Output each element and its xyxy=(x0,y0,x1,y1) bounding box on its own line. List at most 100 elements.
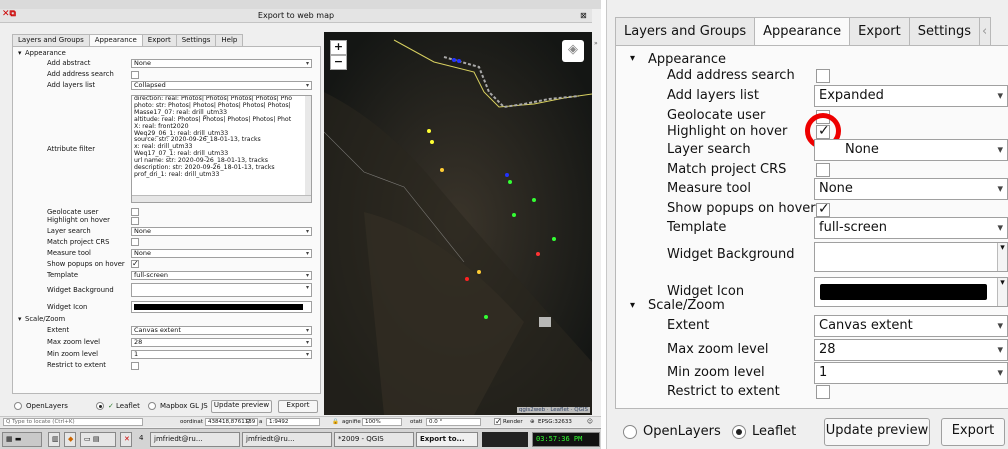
add-layers-list-select[interactable]: Expanded xyxy=(814,85,1008,107)
add-address-search-label: Add address search xyxy=(47,70,114,78)
widget-icon-picker[interactable]: ▾ xyxy=(814,277,1008,307)
horizontal-scrollbar[interactable] xyxy=(132,195,311,202)
rotation-field[interactable]: 0.0 ° xyxy=(426,418,481,426)
close-window-icon[interactable]: ⊠ xyxy=(580,11,587,20)
max-zoom-select[interactable]: 28 xyxy=(131,338,312,347)
scroll-arrow-icon[interactable]: » xyxy=(594,40,598,47)
map-attribution[interactable]: qgis2web · Leaflet · QGIS xyxy=(516,407,590,413)
tab-appearance[interactable]: Appearance xyxy=(754,17,851,45)
magnifier-field[interactable]: 100% xyxy=(362,418,402,426)
taskbar-menu-icon[interactable]: ▦ ▬ xyxy=(2,432,42,447)
measure-tool-label: Measure tool xyxy=(47,249,91,257)
attribute-filter-label: Attribute filter xyxy=(47,145,95,153)
layer-search-select[interactable]: None xyxy=(131,227,312,236)
widget-background-picker[interactable] xyxy=(131,283,312,297)
geolocate-user-checkbox[interactable] xyxy=(131,208,139,216)
leaflet-radio[interactable] xyxy=(732,425,746,439)
widget-icon-color-swatch xyxy=(820,284,987,300)
picker-dropdown-icon[interactable]: ▾ xyxy=(997,278,1007,306)
tab-scroll-icon[interactable]: ‹ xyxy=(979,17,992,45)
layer-search-select[interactable]: None xyxy=(814,139,1008,161)
openlayers-radio[interactable] xyxy=(623,425,637,439)
workspace-number[interactable]: 4 xyxy=(136,432,148,447)
taskbar-window-export[interactable]: Export to... xyxy=(416,432,478,447)
export-button[interactable]: Export xyxy=(941,418,1005,446)
vertical-scrollbar[interactable] xyxy=(305,96,311,196)
add-layers-list-select[interactable]: Collapsed xyxy=(131,81,312,90)
chevron-down-icon[interactable]: ▾ xyxy=(18,49,21,57)
appearance-group-label: Appearance xyxy=(648,52,727,67)
tab-settings[interactable]: Settings xyxy=(175,34,217,46)
tab-layers-and-groups[interactable]: Layers and Groups xyxy=(615,17,756,45)
window-top-strip xyxy=(0,0,601,9)
attribute-item[interactable]: prof_dri_1: real: drill_utm33 xyxy=(132,171,311,179)
chevron-down-icon[interactable]: ▾ xyxy=(630,300,635,311)
mapbox-radio[interactable] xyxy=(148,402,156,410)
lock-icon[interactable]: 🔒 xyxy=(332,419,339,425)
restrict-extent-label: Restrict to extent xyxy=(667,384,780,399)
show-popups-checkbox[interactable] xyxy=(816,201,830,217)
template-select[interactable]: full-screen xyxy=(131,271,312,280)
taskbar-window-qgis[interactable]: *2009 - QGIS xyxy=(334,432,414,447)
highlight-on-hover-checkbox[interactable] xyxy=(131,217,139,225)
coordinate-field[interactable]: 438418,8761139 xyxy=(205,418,259,426)
restrict-extent-checkbox[interactable] xyxy=(816,385,830,399)
min-zoom-select[interactable]: 1 xyxy=(131,350,312,359)
taskbar-app-icon[interactable]: ▭ ▤ xyxy=(80,432,116,447)
messages-icon[interactable]: ☺ xyxy=(587,419,593,425)
attribute-filter-list[interactable]: direction: real: Photos| Photos| Photos|… xyxy=(131,95,312,203)
match-project-crs-checkbox[interactable] xyxy=(131,238,139,246)
mapbox-label: Mapbox GL JS xyxy=(160,402,208,410)
extent-select[interactable]: Canvas extent xyxy=(131,326,312,335)
tab-export[interactable]: Export xyxy=(141,34,177,46)
locate-input[interactable]: Q Type to locate (Ctrl+K) xyxy=(3,418,143,426)
update-preview-button[interactable]: Update preview xyxy=(824,418,930,446)
chevron-down-icon[interactable]: ▾ xyxy=(18,315,21,323)
coordinate-toggle-icon[interactable]: ⚲ xyxy=(246,419,250,425)
widget-icon-picker[interactable] xyxy=(131,301,312,313)
highlight-on-hover-label: Highlight on hover xyxy=(47,216,110,224)
scale-field[interactable]: 1:9492 xyxy=(266,418,320,426)
taskbar-app-icon[interactable]: ▥ xyxy=(48,432,60,447)
match-project-crs-label: Match project CRS xyxy=(667,162,787,177)
layers-control-icon[interactable]: ◈ xyxy=(562,40,584,62)
taskbar-window-terminal-2[interactable]: jmfriedt@ru... xyxy=(242,432,332,447)
rotation-label: otati xyxy=(410,419,423,425)
tab-help[interactable]: Help xyxy=(215,34,244,46)
restrict-extent-checkbox[interactable] xyxy=(131,362,139,370)
map-preview[interactable]: + − ◈ qgis2web · Leaflet · QGIS xyxy=(324,32,592,415)
match-project-crs-checkbox[interactable] xyxy=(816,163,830,177)
zoom-in-button[interactable]: + xyxy=(330,40,347,55)
crs-label[interactable]: EPSG:32633 xyxy=(538,419,572,425)
template-select[interactable]: full-screen xyxy=(814,217,1008,239)
export-button[interactable]: Export xyxy=(278,400,318,413)
taskbar-app-icon[interactable]: ◆ xyxy=(64,432,76,447)
tab-settings[interactable]: Settings xyxy=(908,17,981,45)
openlayers-radio[interactable] xyxy=(14,402,22,410)
picker-dropdown-icon[interactable]: ▾ xyxy=(997,243,1007,271)
max-zoom-select[interactable]: 28 xyxy=(814,339,1008,361)
min-zoom-select[interactable]: 1 xyxy=(814,362,1008,384)
add-address-search-checkbox[interactable] xyxy=(131,71,139,79)
add-abstract-select[interactable]: None xyxy=(131,59,312,68)
globe-icon[interactable]: ⊕ xyxy=(530,419,535,425)
add-address-search-checkbox[interactable] xyxy=(816,69,830,83)
update-preview-button[interactable]: Update preview xyxy=(211,400,272,413)
system-monitor-icon xyxy=(482,432,528,447)
taskbar-window-terminal[interactable]: jmfriedt@ru... xyxy=(150,432,240,447)
taskbar-qgis-icon[interactable]: ✕ xyxy=(120,432,132,447)
extent-select[interactable]: Canvas extent xyxy=(814,315,1008,337)
zoom-out-button[interactable]: − xyxy=(330,55,347,70)
tab-layers-and-groups[interactable]: Layers and Groups xyxy=(12,34,90,46)
measure-tool-select[interactable]: None xyxy=(814,178,1008,200)
chevron-down-icon[interactable]: ▾ xyxy=(630,53,635,64)
scale-zoom-group-label: Scale/Zoom xyxy=(648,298,725,313)
tab-export[interactable]: Export xyxy=(849,17,910,45)
widget-background-picker[interactable]: ▾ xyxy=(814,242,1008,272)
render-checkbox[interactable] xyxy=(494,417,502,426)
highlight-on-hover-label: Highlight on hover xyxy=(667,124,788,139)
show-popups-checkbox[interactable] xyxy=(131,259,139,268)
extent-label: Extent xyxy=(667,318,710,333)
leaflet-radio[interactable] xyxy=(96,402,104,410)
measure-tool-select[interactable]: None xyxy=(131,249,312,258)
